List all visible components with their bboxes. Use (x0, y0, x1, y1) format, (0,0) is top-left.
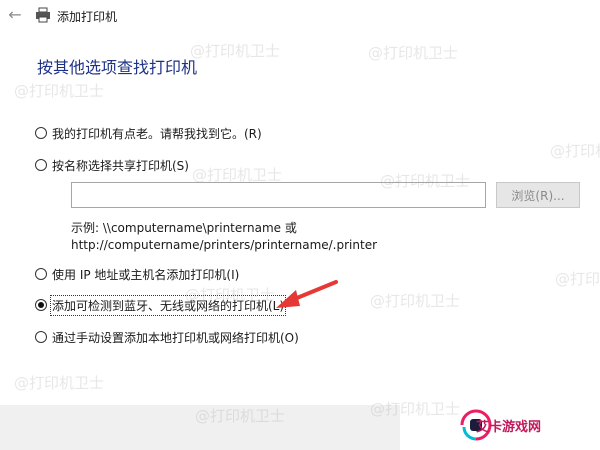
watermark: @打印机卫士 (550, 142, 600, 160)
option-shared-printer-label: 按名称选择共享打印机(S) (52, 158, 189, 173)
radio-old-printer[interactable] (35, 127, 47, 139)
watermark: @打印机卫士 (370, 292, 461, 310)
radio-local-printer[interactable] (35, 331, 47, 343)
window-title: 添加打印机 (57, 10, 118, 24)
radio-bluetooth-printer[interactable] (35, 299, 47, 311)
page-heading: 按其他选项查找打印机 (37, 58, 198, 77)
annotation-arrow-icon (276, 280, 338, 308)
watermark: @打印机卫士 (555, 270, 600, 288)
radio-shared-printer[interactable] (35, 159, 47, 171)
option-bluetooth-printer[interactable]: 添加可检测到蓝牙、无线或网络的打印机(L) (35, 294, 287, 316)
example-line-2: http://computername/printers/printername… (71, 238, 378, 252)
option-old-printer[interactable]: 我的打印机有点老。请帮我找到它。(R) (35, 123, 262, 143)
option-local-printer-label: 通过手动设置添加本地打印机或网络打印机(O) (52, 330, 299, 345)
site-logo-text: 艾卡游戏网 (476, 420, 542, 435)
browse-button[interactable]: 浏览(R)... (496, 182, 580, 208)
watermark: @打印机卫士 (14, 82, 105, 100)
example-text: 示例: \\computername\printername 或 http://… (71, 220, 377, 254)
option-ip-printer[interactable]: 使用 IP 地址或主机名添加打印机(I) (35, 264, 239, 284)
back-arrow-icon[interactable]: ← (6, 6, 24, 24)
watermark: @打印机卫士 (14, 374, 105, 392)
option-ip-printer-label: 使用 IP 地址或主机名添加打印机(I) (52, 267, 240, 282)
option-old-printer-label: 我的打印机有点老。请帮我找到它。(R) (52, 126, 262, 141)
option-shared-printer[interactable]: 按名称选择共享打印机(S) (35, 155, 189, 175)
printer-icon (36, 7, 50, 23)
watermark: @打印机卫士 (190, 42, 281, 60)
title-bar: ← 添加打印机 (0, 0, 600, 34)
shared-printer-name-input[interactable] (71, 182, 486, 208)
example-line-1: 示例: \\computername\printername 或 (71, 221, 297, 235)
watermark: @打印机卫士 (368, 44, 459, 62)
radio-ip-printer[interactable] (35, 268, 47, 280)
footer-bar (0, 405, 400, 450)
option-bluetooth-printer-label: 添加可检测到蓝牙、无线或网络的打印机(L) (49, 294, 287, 316)
option-local-printer[interactable]: 通过手动设置添加本地打印机或网络打印机(O) (35, 327, 299, 347)
